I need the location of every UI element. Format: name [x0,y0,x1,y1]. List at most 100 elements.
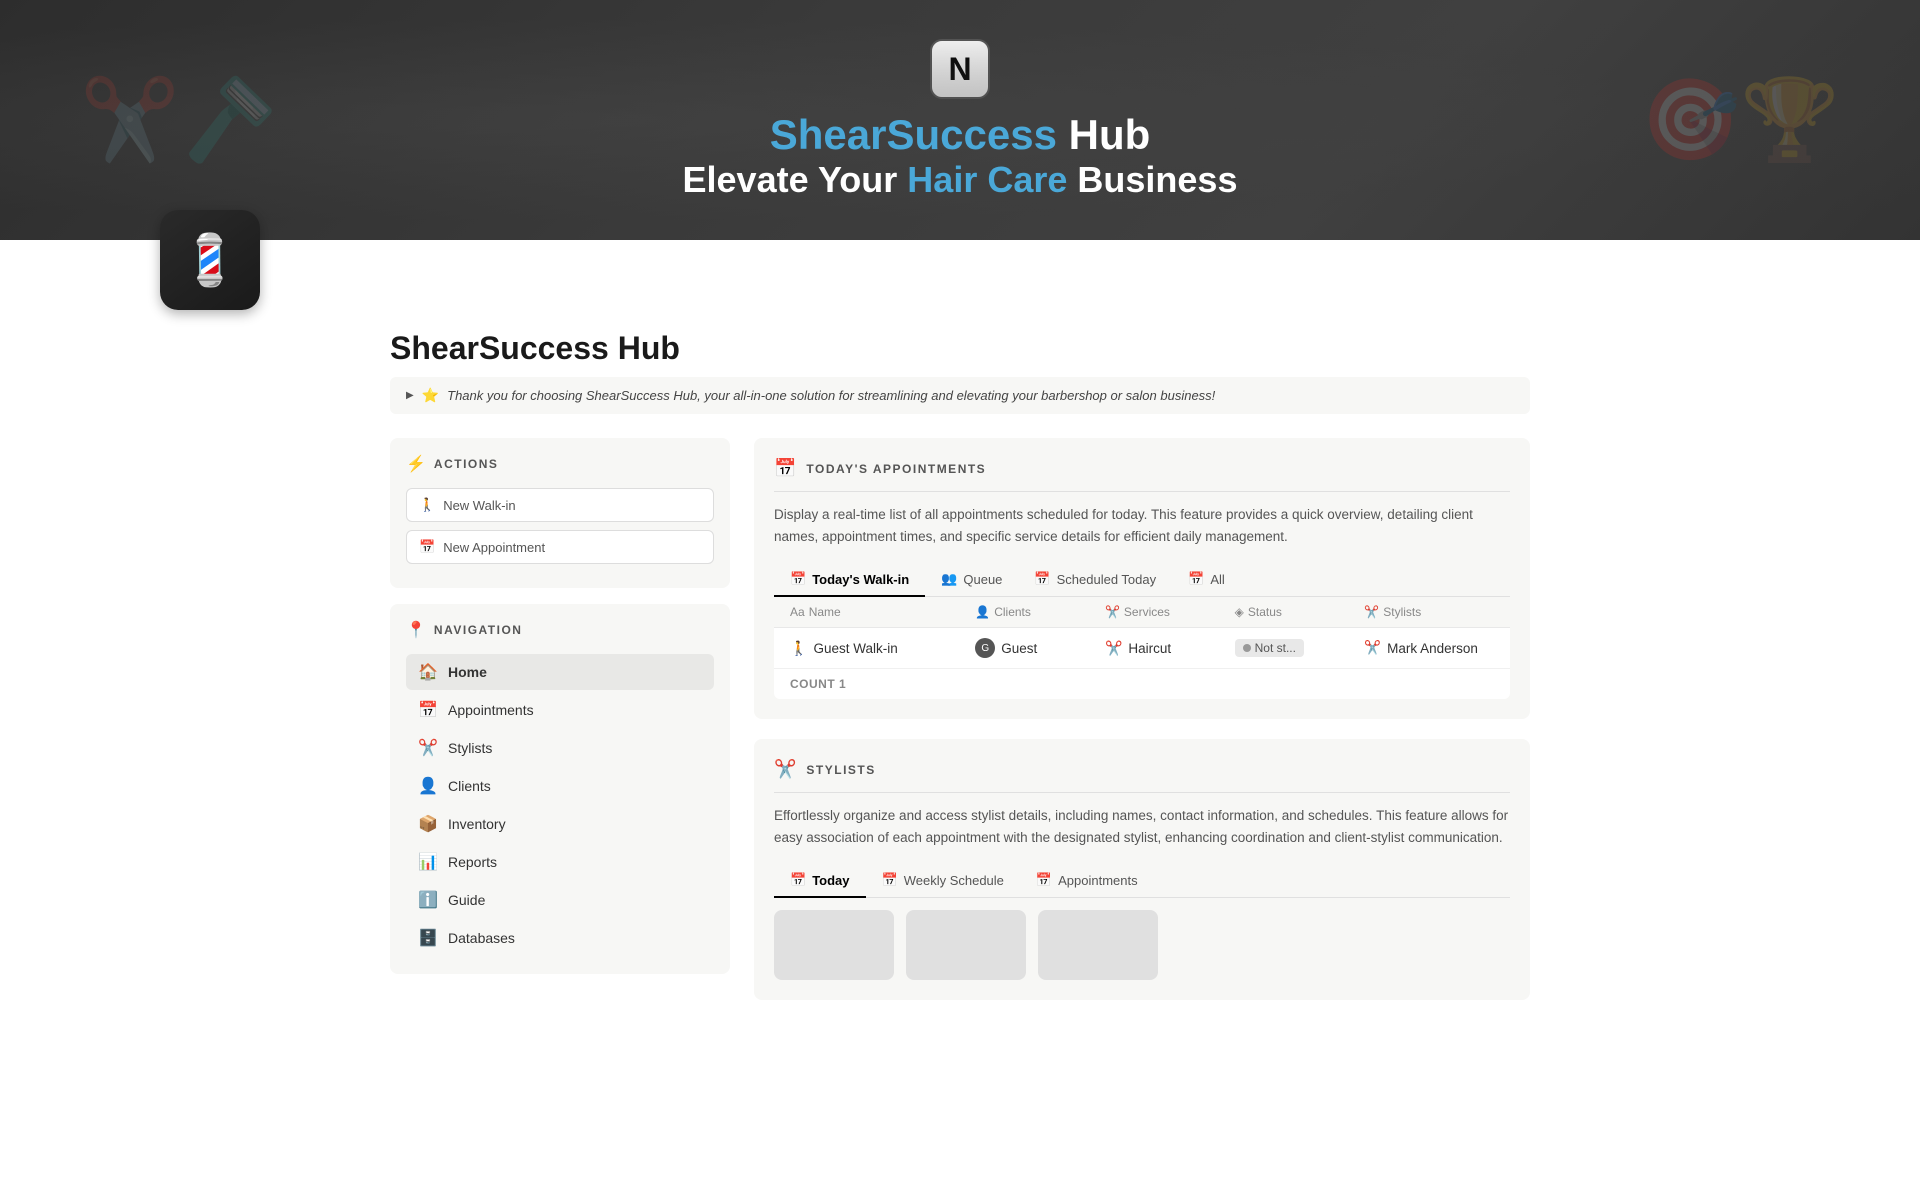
status-badge: Not st... [1235,639,1304,657]
stylist-card-2[interactable] [906,910,1026,980]
tab-walkin-label: Today's Walk-in [812,572,909,587]
tab-weekly-schedule[interactable]: 📅 Weekly Schedule [866,864,1020,898]
appointments-table: Aa Name 👤 Clients ✂️ Services ◈ [774,597,1510,699]
service-icon: ✂️ [1105,640,1122,657]
tab-weekly-icon: 📅 [882,872,898,888]
appointments-nav-label: Appointments [448,702,534,718]
actions-title: ACTIONS [434,457,499,471]
col-status-icon: ◈ [1235,605,1244,619]
stylists-card-desc: Effortlessly organize and access stylist… [774,805,1510,848]
hero-subtitle: Elevate Your Hair Care Business [683,159,1238,201]
cell-service: ✂️ Haircut [1105,640,1235,657]
tab-queue[interactable]: 👥 Queue [925,563,1018,597]
appointment-btn-icon: 📅 [419,539,435,555]
callout-bar[interactable]: ▶ ⭐ Thank you for choosing ShearSuccess … [390,377,1530,414]
stylist-card-3[interactable] [1038,910,1158,980]
col-header-services: ✂️ Services [1105,605,1235,619]
appointments-card: 📅 TODAY'S APPOINTMENTS Display a real-ti… [754,438,1530,719]
tab-stylist-appt-icon: 📅 [1036,872,1052,888]
sidebar-item-home[interactable]: 🏠 Home [406,654,714,690]
tab-scheduled-today[interactable]: 📅 Scheduled Today [1018,563,1172,597]
tab-scheduled-label: Scheduled Today [1057,572,1157,587]
table-header: Aa Name 👤 Clients ✂️ Services ◈ [774,597,1510,628]
appointments-nav-icon: 📅 [418,700,438,720]
tab-queue-icon: 👥 [941,571,957,587]
tab-today[interactable]: 📅 Today [774,864,866,898]
navigation-header: 📍 NAVIGATION [406,620,714,640]
status-value: Not st... [1255,641,1296,655]
stylist-value: Mark Anderson [1387,641,1478,656]
col-stylists-icon: ✂️ [1364,605,1379,619]
clients-nav-label: Clients [448,778,491,794]
navigation-section: 📍 NAVIGATION 🏠 Home 📅 Appointments ✂️ St… [390,604,730,974]
tab-stylist-appointments[interactable]: 📅 Appointments [1020,864,1154,898]
walkin-label: New Walk-in [443,498,515,513]
appointment-btn-label: New Appointment [443,540,545,555]
col-clients-label: Clients [994,605,1031,619]
actions-icon: ⚡ [406,454,426,474]
col-header-stylists: ✂️ Stylists [1364,605,1494,619]
hero-title-blue1: Shear [770,111,887,158]
tab-walkin-icon: 📅 [790,571,806,587]
actions-header: ⚡ ACTIONS [406,454,714,474]
appointments-card-header: 📅 TODAY'S APPOINTMENTS [774,458,1510,492]
stylist-card-1[interactable] [774,910,894,980]
tab-all[interactable]: 📅 All [1172,563,1241,597]
hero-subtitle-white2: Business [1067,159,1237,200]
col-name-label: Name [809,605,841,619]
col-services-label: Services [1124,605,1170,619]
cell-stylist: ✂️ Mark Anderson [1364,640,1494,656]
tab-all-label: All [1210,572,1224,587]
toggle-arrow-icon: ▶ [406,390,414,401]
sidebar-item-databases[interactable]: 🗄️ Databases [406,920,714,956]
page-title: ShearSuccess Hub [390,330,1530,367]
stylists-nav-icon: ✂️ [418,738,438,758]
page-logo: 💈 [160,210,260,310]
hero-title-blue2: Success [886,111,1056,158]
hero-subtitle-blue: Hair Care [907,159,1067,200]
hero-title: ShearSuccess Hub [770,111,1151,159]
stylist-icon: ✂️ [1364,640,1381,656]
sidebar-item-reports[interactable]: 📊 Reports [406,844,714,880]
cell-name: 🚶 Guest Walk-in [790,640,975,657]
count-value: 1 [839,677,846,691]
tab-todays-walkin[interactable]: 📅 Today's Walk-in [774,563,925,597]
tab-weekly-label: Weekly Schedule [904,873,1004,888]
col-header-name: Aa Name [790,605,975,619]
walkin-row-name: Guest Walk-in [813,641,897,656]
stylists-nav-label: Stylists [448,740,492,756]
hero-title-white: Hub [1057,111,1150,158]
stylists-card: ✂️ STYLISTS Effortlessly organize and ac… [754,739,1530,1000]
sidebar: ⚡ ACTIONS 🚶 New Walk-in 📅 New Appointmen… [390,438,730,990]
actions-section: ⚡ ACTIONS 🚶 New Walk-in 📅 New Appointmen… [390,438,730,588]
sidebar-item-stylists[interactable]: ✂️ Stylists [406,730,714,766]
inventory-nav-label: Inventory [448,816,506,832]
tab-today-label: Today [812,873,849,888]
hero-banner: ✂️ 🪒 🎯 🏆 N ShearSuccess Hub Elevate Your… [0,0,1920,240]
stylists-card-header: ✂️ STYLISTS [774,759,1510,793]
sidebar-item-guide[interactable]: ℹ️ Guide [406,882,714,918]
service-value: Haircut [1128,641,1171,656]
new-appointment-button[interactable]: 📅 New Appointment [406,530,714,564]
callout-icon: ⭐ [422,387,439,404]
sidebar-item-appointments[interactable]: 📅 Appointments [406,692,714,728]
reports-nav-icon: 📊 [418,852,438,872]
col-stylists-label: Stylists [1383,605,1421,619]
appointments-card-icon: 📅 [774,458,796,479]
client-value: Guest [1001,641,1037,656]
table-row[interactable]: 🚶 Guest Walk-in G Guest ✂️ Haircut [774,628,1510,669]
databases-nav-label: Databases [448,930,515,946]
walkin-row-icon: 🚶 [790,640,807,657]
tab-all-icon: 📅 [1188,571,1204,587]
home-icon: 🏠 [418,662,438,682]
stylists-tabs: 📅 Today 📅 Weekly Schedule 📅 Appointments [774,864,1510,898]
count-label: COUNT [790,677,835,691]
sidebar-item-inventory[interactable]: 📦 Inventory [406,806,714,842]
sidebar-item-clients[interactable]: 👤 Clients [406,768,714,804]
hero-subtitle-white1: Elevate Your [683,159,908,200]
appointments-card-desc: Display a real-time list of all appointm… [774,504,1510,547]
new-walkin-button[interactable]: 🚶 New Walk-in [406,488,714,522]
callout-text: Thank you for choosing ShearSuccess Hub,… [447,388,1215,403]
tab-scheduled-icon: 📅 [1034,571,1050,587]
nav-icon: 📍 [406,620,426,640]
